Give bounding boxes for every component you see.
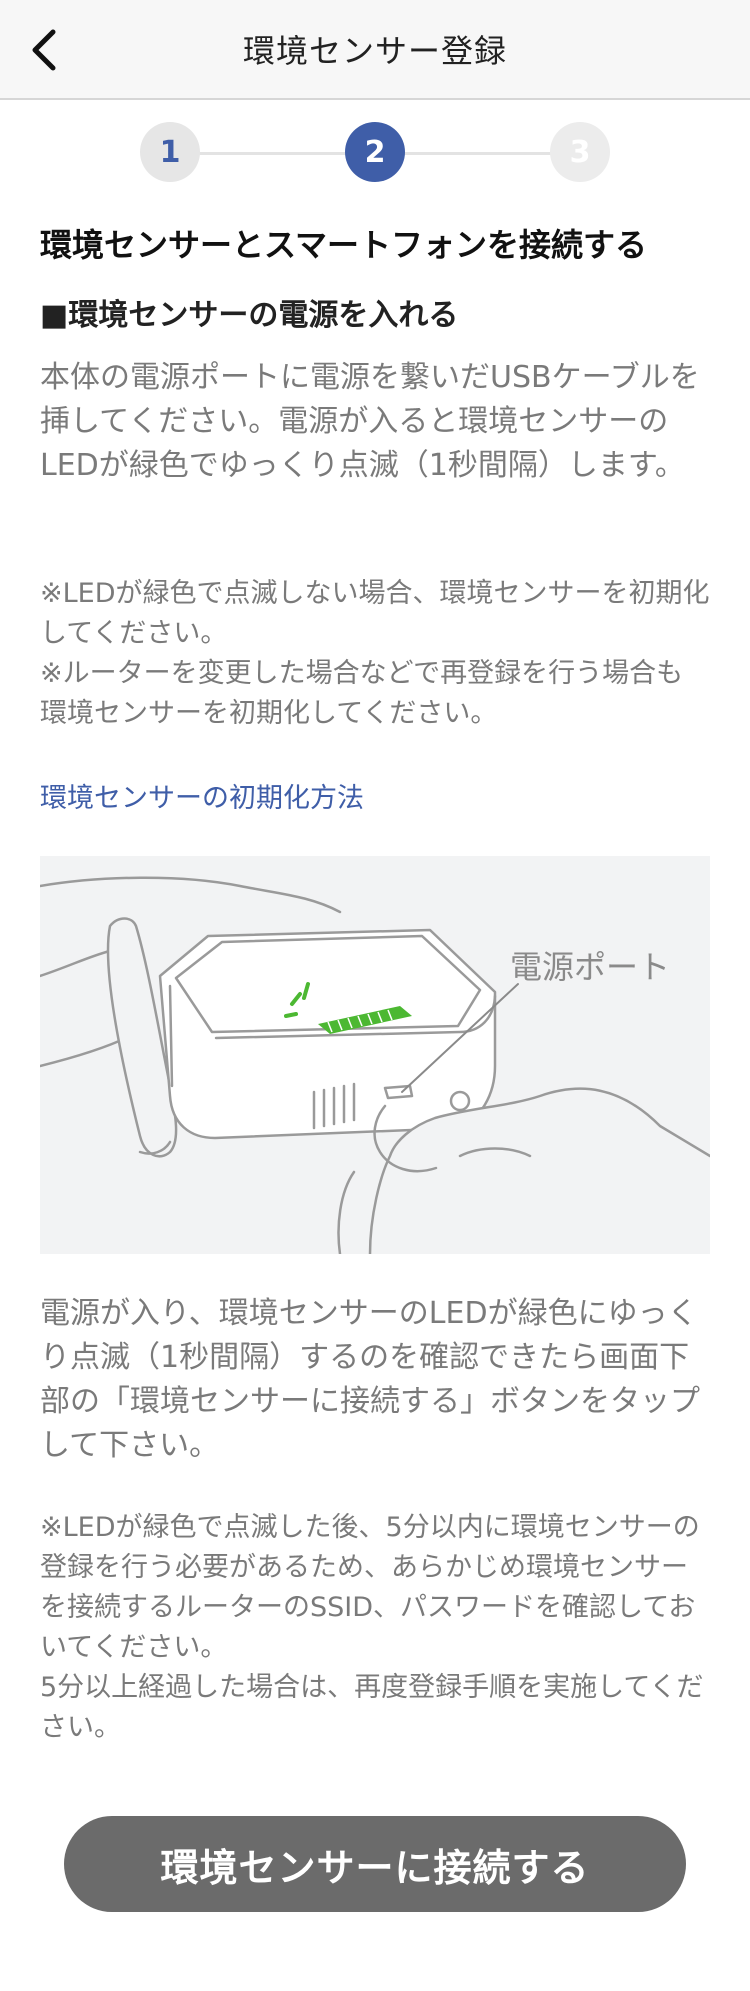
- sensor-illustration: 電源ポート: [40, 856, 710, 1254]
- note-router-changed: ※ルーターを変更した場合などで再登録を行う場合も環境センサーを初期化してください…: [40, 658, 684, 729]
- power-port-label: 電源ポート: [510, 948, 671, 986]
- confirm-instruction-text: 電源が入り、環境センサーのLEDが緑色にゆっくり点滅（1秒間隔）するのを確認でき…: [40, 1296, 700, 1463]
- page-title: 環境センサー登録: [242, 32, 507, 70]
- back-button[interactable]: [14, 20, 74, 80]
- progress-stepper: 1 2 3: [0, 122, 750, 184]
- sensor-device-image: [40, 876, 710, 1254]
- app-header: 環境センサー登録: [0, 0, 750, 100]
- step-2: 2: [345, 122, 405, 182]
- step-1: 1: [140, 122, 200, 182]
- instruction-text: 本体の電源ポートに電源を繋いだUSBケーブルを挿してください。電源が入ると環境セ…: [40, 360, 700, 483]
- step-3: 3: [550, 122, 610, 182]
- warning-time-limit: ※LEDが緑色で点滅した後、5分以内に環境センサーの登録を行う必要があるため、あ…: [40, 1512, 700, 1663]
- warning-retry: 5分以上経過した場合は、再度登録手順を実施してください。: [40, 1672, 704, 1743]
- section-subheading: ■環境センサーの電源を入れる: [40, 298, 459, 333]
- connect-sensor-button[interactable]: 環境センサーに接続する: [64, 1816, 686, 1912]
- note-led-not-blinking: ※LEDが緑色で点滅しない場合、環境センサーを初期化してください。: [40, 578, 710, 649]
- section-heading: 環境センサーとスマートフォンを接続する: [40, 226, 648, 264]
- reset-method-link[interactable]: 環境センサーの初期化方法: [40, 776, 710, 815]
- chevron-left-icon: [32, 29, 56, 71]
